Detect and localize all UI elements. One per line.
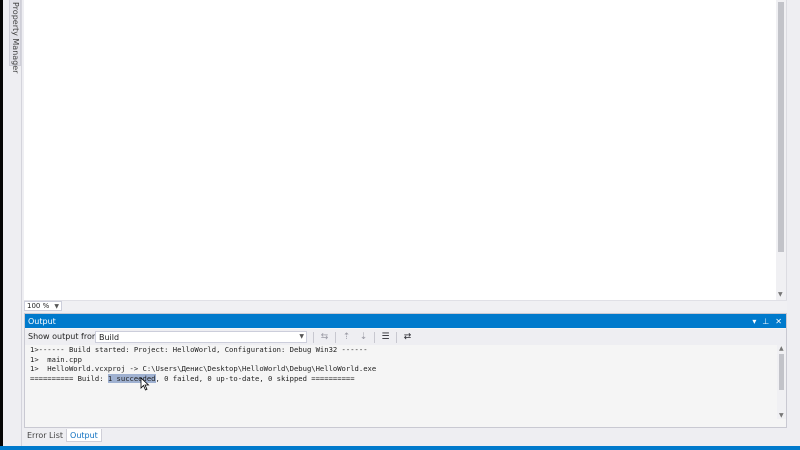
output-source-select[interactable]: Build ▼ bbox=[95, 331, 307, 343]
tab-error-list[interactable]: Error List bbox=[24, 429, 66, 442]
tab-output[interactable]: Output bbox=[66, 429, 102, 442]
mouse-cursor-icon bbox=[140, 377, 150, 391]
output-toolbar-icons: ⇆ ⇡ ⇣ ☰ ⇄ bbox=[313, 331, 414, 343]
pin-icon[interactable]: ⊥ bbox=[762, 317, 769, 326]
output-line: 1> HelloWorld.vcxproj -> C:\Users\Денис\… bbox=[30, 364, 377, 373]
toolbar-separator bbox=[374, 331, 375, 343]
next-message-icon[interactable]: ⇣ bbox=[357, 331, 370, 343]
summary-prefix: ========== Build: bbox=[30, 373, 108, 383]
output-window-buttons: ▾ ⊥ ✕ bbox=[752, 314, 782, 328]
previous-message-icon[interactable]: ⇡ bbox=[340, 331, 353, 343]
left-tool-rail: Property Manager bbox=[3, 0, 22, 446]
output-title: Output bbox=[28, 316, 56, 326]
output-text-area[interactable]: 1>------ Build started: Project: HelloWo… bbox=[25, 345, 777, 419]
editor-vertical-scrollbar[interactable]: ▼ bbox=[776, 0, 786, 300]
chevron-down-icon: ▼ bbox=[299, 333, 304, 340]
zoom-value: 100 % bbox=[27, 302, 50, 310]
chevron-down-icon: ▼ bbox=[54, 302, 59, 310]
output-line: 1> main.cpp bbox=[30, 354, 82, 364]
scroll-down-arrow-icon[interactable]: ▼ bbox=[778, 291, 783, 298]
bottom-tab-strip: Error List Output bbox=[24, 429, 787, 442]
summary-suffix: , 0 failed, 0 up-to-date, 0 skipped ====… bbox=[155, 373, 355, 383]
editor-area[interactable]: ▼ 100 % ▼ bbox=[24, 0, 787, 311]
output-panel: Output ▾ ⊥ ✕ Show output from: Build ▼ ⇆… bbox=[24, 313, 787, 428]
toolbar-separator bbox=[313, 331, 314, 343]
output-vertical-scrollbar[interactable]: ▲ ▼ bbox=[777, 345, 786, 419]
editor-scroll-thumb[interactable] bbox=[778, 2, 784, 252]
zoom-dropdown[interactable]: 100 % ▼ bbox=[24, 301, 62, 311]
toolbar-separator bbox=[335, 331, 336, 343]
show-output-from-label: Show output from: bbox=[28, 332, 103, 341]
scroll-up-arrow-icon[interactable]: ▲ bbox=[779, 345, 784, 352]
editor-canvas[interactable] bbox=[34, 0, 776, 300]
editor-zoom-bar: 100 % ▼ bbox=[24, 300, 787, 311]
property-manager-label: Property Manager bbox=[11, 2, 20, 74]
toggle-word-wrap-icon[interactable]: ⇄ bbox=[401, 331, 414, 343]
close-icon[interactable]: ✕ bbox=[775, 317, 782, 326]
output-toolbar: Show output from: Build ▼ ⇆ ⇡ ⇣ ☰ ⇄ bbox=[25, 329, 786, 345]
window-position-icon[interactable]: ▾ bbox=[752, 317, 756, 326]
output-title-bar[interactable]: Output ▾ ⊥ ✕ bbox=[25, 314, 786, 328]
find-message-in-code-icon[interactable]: ⇆ bbox=[318, 331, 331, 343]
toolbar-separator bbox=[396, 331, 397, 343]
status-bar bbox=[0, 446, 800, 450]
output-source-value: Build bbox=[99, 332, 120, 342]
scroll-down-arrow-icon[interactable]: ▼ bbox=[779, 412, 784, 419]
output-line: 1>------ Build started: Project: HelloWo… bbox=[30, 345, 368, 354]
ide-window: Property Manager ▼ 100 % ▼ Output ▾ ⊥ ✕ … bbox=[0, 0, 800, 450]
output-scroll-thumb[interactable] bbox=[779, 354, 784, 390]
property-manager-tab[interactable]: Property Manager bbox=[9, 0, 21, 73]
clear-all-icon[interactable]: ☰ bbox=[379, 331, 392, 343]
